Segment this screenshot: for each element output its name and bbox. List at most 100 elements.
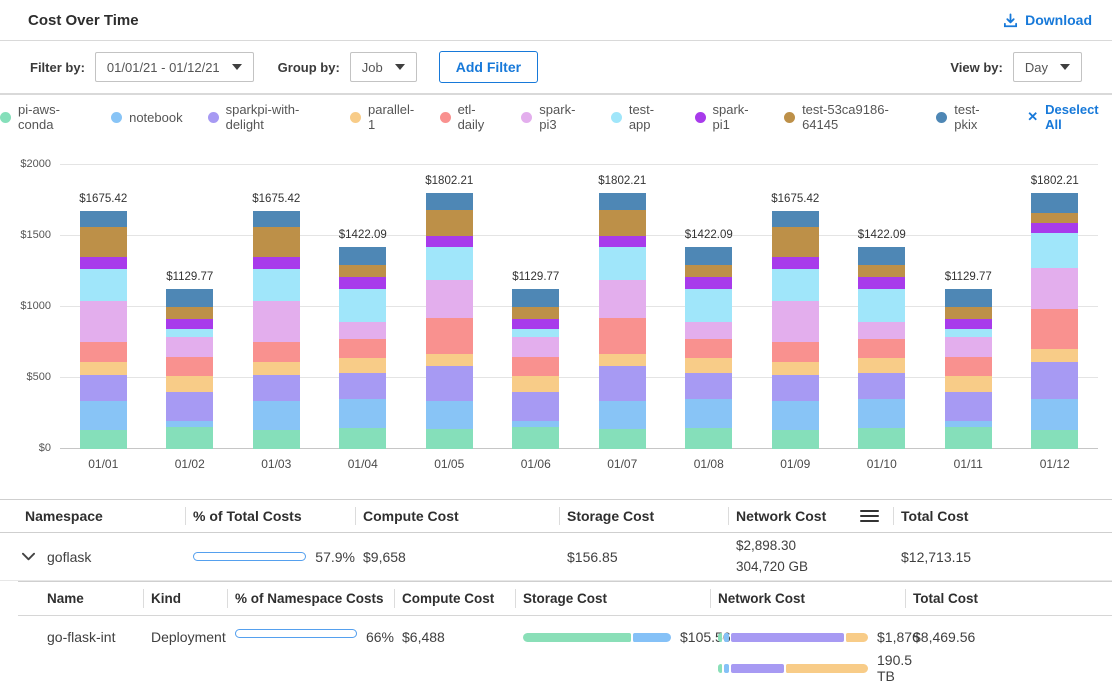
bar-segment-sparkpi-with-delight[interactable] — [945, 392, 992, 420]
bar-segment-etl-daily[interactable] — [253, 342, 300, 362]
download-button[interactable]: Download — [1003, 12, 1092, 28]
bar-segment-test-pkix[interactable] — [772, 211, 819, 227]
bar-segment-parallel-1[interactable] — [945, 376, 992, 392]
stacked-bar[interactable] — [166, 289, 213, 449]
bar-segment-etl-daily[interactable] — [512, 357, 559, 376]
stacked-bar[interactable] — [253, 211, 300, 449]
bar-segment-test-53ca9186-64145[interactable] — [685, 265, 732, 276]
bar-segment-pi-aws-conda[interactable] — [599, 429, 646, 449]
bar-segment-spark-pi1[interactable] — [512, 319, 559, 329]
bar-segment-test-53ca9186-64145[interactable] — [599, 210, 646, 237]
bar-segment-notebook[interactable] — [685, 399, 732, 428]
bar-segment-notebook[interactable] — [858, 399, 905, 428]
col-storage-cost[interactable]: Storage Cost — [515, 582, 710, 615]
bar-segment-sparkpi-with-delight[interactable] — [166, 392, 213, 420]
bar-segment-pi-aws-conda[interactable] — [858, 428, 905, 449]
bar-segment-test-app[interactable] — [599, 247, 646, 280]
bar-segment-test-pkix[interactable] — [858, 247, 905, 265]
bar-segment-etl-daily[interactable] — [166, 357, 213, 376]
bar-segment-etl-daily[interactable] — [339, 339, 386, 358]
col-compute-cost[interactable]: Compute Cost — [394, 582, 515, 615]
bar-segment-parallel-1[interactable] — [685, 358, 732, 373]
bar-segment-sparkpi-with-delight[interactable] — [1031, 362, 1078, 399]
bar-segment-spark-pi3[interactable] — [80, 301, 127, 342]
bar-segment-test-app[interactable] — [80, 269, 127, 301]
bar-segment-etl-daily[interactable] — [599, 318, 646, 354]
bar-segment-test-53ca9186-64145[interactable] — [253, 227, 300, 257]
bar-segment-test-53ca9186-64145[interactable] — [512, 307, 559, 319]
legend-item-spark-pi1[interactable]: spark-pi1 — [695, 102, 760, 132]
legend-item-test-app[interactable]: test-app — [611, 102, 670, 132]
bar-segment-test-app[interactable] — [685, 289, 732, 322]
stacked-bar[interactable] — [512, 289, 559, 449]
stacked-bar[interactable] — [772, 211, 819, 449]
bar-segment-test-pkix[interactable] — [80, 211, 127, 227]
bar-segment-spark-pi3[interactable] — [772, 301, 819, 342]
bar-segment-test-pkix[interactable] — [166, 289, 213, 308]
bar-segment-spark-pi3[interactable] — [599, 280, 646, 317]
stacked-bar[interactable] — [339, 247, 386, 449]
stacked-bar[interactable] — [945, 289, 992, 449]
col-compute-cost[interactable]: Compute Cost — [355, 500, 559, 532]
bar-segment-pi-aws-conda[interactable] — [166, 427, 213, 449]
column-menu-icon[interactable] — [860, 507, 879, 525]
legend-item-test-pkix[interactable]: test-pkix — [936, 102, 996, 132]
bar-segment-spark-pi1[interactable] — [253, 257, 300, 269]
bar-segment-pi-aws-conda[interactable] — [512, 427, 559, 449]
bar-segment-test-app[interactable] — [1031, 233, 1078, 267]
col-pct-total-costs[interactable]: % of Total Costs — [185, 500, 355, 532]
bar-segment-test-app[interactable] — [772, 269, 819, 301]
bar-segment-spark-pi1[interactable] — [1031, 223, 1078, 234]
bar-segment-parallel-1[interactable] — [1031, 349, 1078, 362]
bar-segment-sparkpi-with-delight[interactable] — [685, 373, 732, 399]
bar-segment-notebook[interactable] — [772, 401, 819, 430]
bar-segment-spark-pi3[interactable] — [339, 322, 386, 339]
bar-segment-etl-daily[interactable] — [685, 339, 732, 358]
bar-segment-notebook[interactable] — [253, 401, 300, 430]
bar-segment-etl-daily[interactable] — [858, 339, 905, 358]
bar-segment-test-53ca9186-64145[interactable] — [166, 307, 213, 319]
col-storage-cost[interactable]: Storage Cost — [559, 500, 728, 532]
col-total-cost[interactable]: Total Cost — [905, 582, 1112, 615]
stacked-bar[interactable] — [1031, 193, 1078, 449]
bar-segment-sparkpi-with-delight[interactable] — [512, 392, 559, 420]
deselect-all-button[interactable]: ✕ Deselect All — [1027, 102, 1112, 132]
bar-segment-pi-aws-conda[interactable] — [339, 428, 386, 449]
stacked-bar[interactable] — [599, 193, 646, 449]
bar-segment-test-app[interactable] — [339, 289, 386, 322]
bar-segment-test-pkix[interactable] — [945, 289, 992, 308]
bar-segment-test-pkix[interactable] — [512, 289, 559, 308]
bar-segment-spark-pi3[interactable] — [512, 337, 559, 357]
bar-segment-sparkpi-with-delight[interactable] — [599, 366, 646, 401]
bar-segment-spark-pi1[interactable] — [599, 236, 646, 247]
bar-segment-test-pkix[interactable] — [685, 247, 732, 265]
bar-segment-pi-aws-conda[interactable] — [772, 430, 819, 449]
legend-item-sparkpi-with-delight[interactable]: sparkpi-with-delight — [208, 102, 325, 132]
bar-segment-test-53ca9186-64145[interactable] — [426, 210, 473, 237]
col-pct-namespace-costs[interactable]: % of Namespace Costs — [227, 582, 394, 615]
bar-segment-notebook[interactable] — [339, 399, 386, 428]
bar-segment-spark-pi1[interactable] — [772, 257, 819, 269]
col-network-cost[interactable]: Network Cost — [728, 500, 893, 532]
bar-segment-etl-daily[interactable] — [80, 342, 127, 362]
bar-segment-pi-aws-conda[interactable] — [253, 430, 300, 449]
stacked-bar[interactable] — [858, 247, 905, 449]
col-namespace[interactable]: Namespace — [0, 500, 185, 532]
legend-item-test-53ca9186-64145[interactable]: test-53ca9186-64145 — [784, 102, 911, 132]
bar-segment-test-53ca9186-64145[interactable] — [772, 227, 819, 257]
bar-segment-spark-pi3[interactable] — [426, 280, 473, 317]
bar-segment-test-53ca9186-64145[interactable] — [945, 307, 992, 319]
bar-segment-test-53ca9186-64145[interactable] — [80, 227, 127, 257]
bar-segment-parallel-1[interactable] — [339, 358, 386, 373]
bar-segment-test-53ca9186-64145[interactable] — [1031, 213, 1078, 223]
col-network-cost[interactable]: Network Cost — [710, 582, 905, 615]
bar-segment-notebook[interactable] — [80, 401, 127, 430]
date-range-select[interactable]: 01/01/21 - 01/12/21 — [95, 52, 254, 82]
bar-segment-spark-pi1[interactable] — [685, 277, 732, 289]
bar-segment-parallel-1[interactable] — [253, 362, 300, 375]
bar-segment-parallel-1[interactable] — [166, 376, 213, 392]
bar-segment-spark-pi1[interactable] — [858, 277, 905, 289]
bar-segment-sparkpi-with-delight[interactable] — [80, 375, 127, 401]
group-by-select[interactable]: Job — [350, 52, 417, 82]
legend-item-pi-aws-conda[interactable]: pi-aws-conda — [0, 102, 86, 132]
